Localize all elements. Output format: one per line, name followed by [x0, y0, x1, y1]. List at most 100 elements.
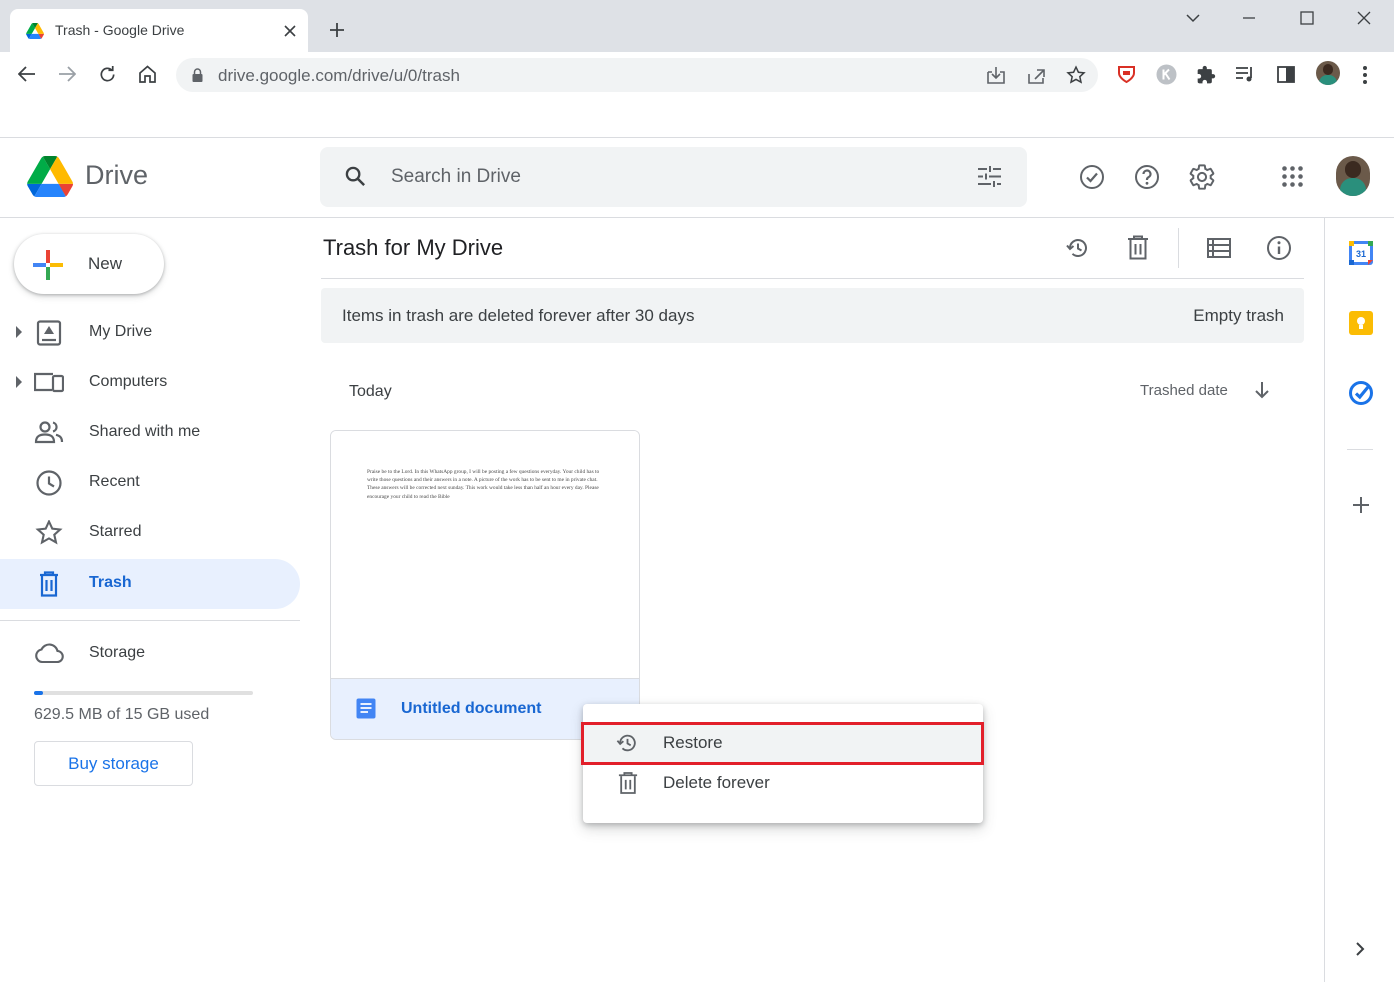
reload-icon[interactable] [98, 65, 117, 84]
delete-forever-label: Delete forever [663, 773, 770, 792]
tab-search-chevron-icon[interactable] [1185, 12, 1201, 24]
browser-tab[interactable]: Trash - Google Drive [10, 9, 308, 52]
shared-icon [34, 421, 64, 444]
close-tab-icon[interactable] [284, 25, 296, 37]
home-icon[interactable] [138, 65, 157, 83]
offline-ready-icon[interactable] [1079, 164, 1105, 190]
delete-forever-menu-item[interactable]: Delete forever [583, 763, 983, 803]
computers-icon [34, 372, 64, 393]
account-avatar[interactable] [1336, 156, 1370, 196]
trash-icon [40, 571, 58, 597]
empty-trash-button[interactable]: Empty trash [1193, 306, 1284, 326]
extension-shield-icon[interactable] [1117, 65, 1136, 84]
search-options-icon[interactable] [977, 165, 1002, 188]
drive-header: Drive Search in Drive [0, 138, 1394, 218]
tasks-icon[interactable] [1348, 380, 1374, 406]
google-docs-icon [356, 698, 376, 719]
media-controls-icon[interactable] [1235, 66, 1255, 83]
browser-menu-icon[interactable] [1362, 65, 1368, 85]
restore-highlight-box [581, 722, 984, 765]
expand-caret-icon[interactable] [16, 376, 22, 388]
storage-progress-bar [34, 691, 253, 695]
trash-info-banner: Items in trash are deleted forever after… [321, 288, 1304, 343]
search-icon[interactable] [344, 165, 367, 188]
star-icon [35, 520, 63, 545]
storage-used-text: 629.5 MB of 15 GB used [34, 706, 210, 723]
expand-panel-chevron-icon[interactable] [1355, 942, 1365, 956]
section-heading: Today [349, 383, 392, 400]
maximize-icon[interactable] [1300, 11, 1314, 25]
storage-label: Storage [89, 644, 146, 661]
restore-history-icon[interactable] [1066, 236, 1090, 260]
drive-app-name[interactable]: Drive [85, 160, 148, 191]
sidebar-item-label: Recent [89, 473, 140, 490]
cloud-icon [35, 643, 64, 664]
clock-icon [36, 470, 62, 496]
page-title: Trash for My Drive [323, 235, 504, 260]
buy-storage-button[interactable]: Buy storage [34, 741, 193, 786]
sidebar-item-label: Starred [89, 523, 142, 540]
sidebar-item-label: My Drive [89, 323, 153, 340]
info-icon[interactable] [1266, 235, 1292, 261]
new-plus-icon [33, 250, 63, 280]
browser-profile-avatar[interactable] [1316, 61, 1340, 85]
sidebar-item-trash[interactable]: Trash [0, 559, 300, 609]
bookmark-star-icon[interactable] [1066, 65, 1086, 85]
side-panel-icon[interactable] [1277, 66, 1295, 83]
settings-gear-icon[interactable] [1188, 163, 1216, 191]
calendar-icon[interactable]: 31 [1349, 241, 1373, 265]
delete-forever-icon [618, 772, 638, 794]
forward-icon[interactable] [58, 66, 76, 82]
file-thumbnail: Praise be to the Lord. In this WhatsApp … [331, 431, 639, 678]
sidebar-item-label: Trash [89, 574, 132, 591]
sidebar-divider [0, 620, 300, 621]
delete-trash-icon[interactable] [1127, 235, 1149, 260]
share-page-icon[interactable] [1027, 66, 1047, 85]
sidebar-item-computers[interactable]: Computers [0, 358, 300, 408]
sidebar-item-storage[interactable]: Storage [0, 629, 300, 679]
extensions-puzzle-icon[interactable] [1196, 65, 1216, 85]
new-button[interactable]: New [14, 234, 164, 294]
file-preview-text: Praise be to the Lord. In this WhatsApp … [367, 469, 600, 500]
side-panel-divider [1347, 449, 1373, 450]
sort-by-trashed-date[interactable]: Trashed date [1140, 382, 1228, 399]
drive-favicon-icon [26, 23, 44, 39]
svg-text:31: 31 [1356, 249, 1366, 259]
toolbar-divider [1178, 228, 1179, 268]
sidebar-item-starred[interactable]: Starred [0, 508, 300, 558]
list-view-icon[interactable] [1207, 238, 1231, 258]
get-addons-plus-icon[interactable] [1353, 497, 1369, 513]
close-window-icon[interactable] [1357, 11, 1371, 25]
lock-icon[interactable] [192, 68, 203, 82]
extension-k-icon[interactable] [1156, 64, 1177, 85]
install-app-icon[interactable] [986, 66, 1006, 85]
search-input[interactable]: Search in Drive [391, 166, 521, 188]
banner-text: Items in trash are deleted forever after… [342, 306, 695, 325]
back-icon[interactable] [18, 66, 36, 82]
help-icon[interactable] [1134, 164, 1160, 190]
sidebar-item-recent[interactable]: Recent [0, 458, 300, 508]
search-bar[interactable]: Search in Drive [320, 147, 1027, 207]
google-apps-icon[interactable] [1282, 166, 1303, 187]
buy-storage-label: Buy storage [68, 754, 159, 773]
browser-tab-strip: Trash - Google Drive [0, 0, 1394, 52]
file-name: Untitled document [401, 700, 542, 717]
sidebar-item-shared-with-me[interactable]: Shared with me [0, 408, 300, 458]
my-drive-icon [36, 320, 62, 346]
browser-tab-title: Trash - Google Drive [55, 22, 185, 38]
address-bar[interactable]: drive.google.com/drive/u/0/trash [176, 58, 1098, 92]
sidebar-item-my-drive[interactable]: My Drive [0, 308, 300, 358]
drive-logo-icon[interactable] [27, 156, 73, 197]
expand-caret-icon[interactable] [16, 326, 22, 338]
new-tab-icon[interactable] [329, 22, 345, 38]
side-panel: 31 [1324, 218, 1394, 982]
file-card[interactable]: Praise be to the Lord. In this WhatsApp … [330, 430, 640, 740]
storage-progress-fill [34, 691, 43, 695]
title-divider [321, 278, 1304, 279]
sort-direction-arrow-icon[interactable] [1254, 381, 1270, 399]
minimize-icon[interactable] [1242, 12, 1256, 24]
keep-icon[interactable] [1349, 311, 1373, 335]
new-button-label: New [88, 254, 123, 273]
sidebar-item-label: Computers [89, 373, 168, 390]
url-text: drive.google.com/drive/u/0/trash [218, 66, 460, 85]
